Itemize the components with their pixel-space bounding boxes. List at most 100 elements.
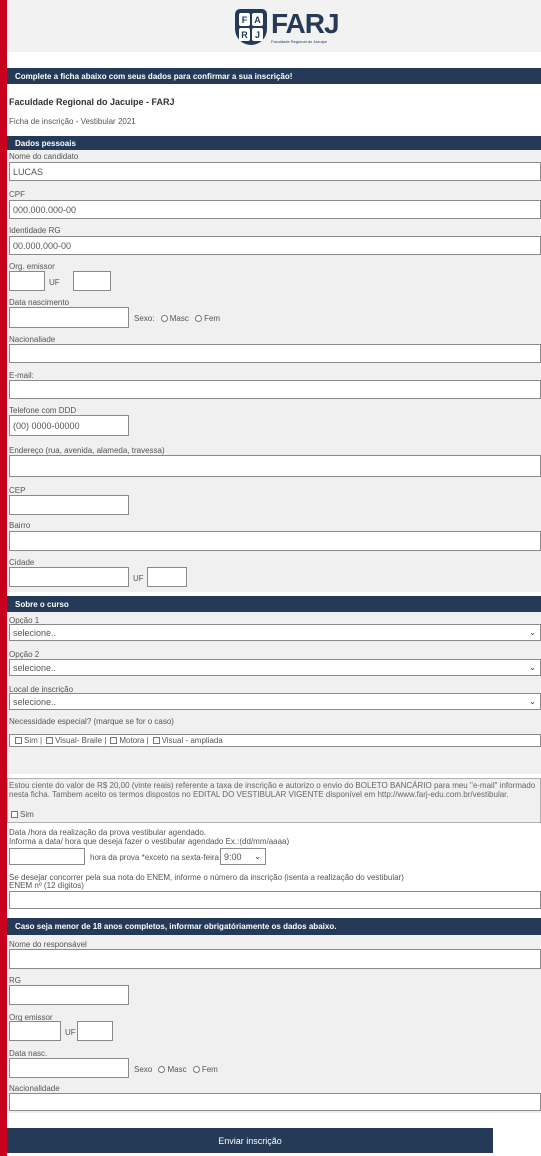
address-label: Endereço (rua, avenida, alameda, travess… <box>9 446 165 455</box>
chevron-down-icon: ⌄ <box>529 628 536 637</box>
exam-hour-value: 9:00 <box>224 851 242 862</box>
special-needs-label: Necessidade especial? (marque se for o c… <box>9 717 174 726</box>
special-braile-label: Visual- Braile | <box>55 736 107 745</box>
exam-date-label-1: Data /hora da realização da prova vestib… <box>9 828 207 837</box>
guardian-sex-male-radio[interactable] <box>158 1066 166 1073</box>
guardian-org-input[interactable] <box>9 1021 61 1041</box>
consent-box: Estou ciente do valor de R$ 20,00 (vinte… <box>7 778 541 823</box>
brand-name: FARJ <box>271 8 340 39</box>
consent-sim-label: Sim <box>20 810 34 819</box>
monogram-a: A <box>252 13 263 26</box>
rg-input[interactable]: 00.000.000-00 <box>9 236 541 255</box>
cep-label: CEP <box>9 486 26 495</box>
option1-value: selecione.. <box>13 627 57 638</box>
birth-date-input[interactable] <box>9 307 129 328</box>
cep-input[interactable] <box>9 495 129 515</box>
sex-female-label: Fem <box>204 314 221 323</box>
submit-button[interactable]: Enviar inscrição <box>7 1128 493 1153</box>
sex-male-radio[interactable] <box>160 315 168 322</box>
special-sim-checkbox[interactable] <box>15 737 22 744</box>
page-frame: F A R J FARJ Faculdade Regional do Jacui… <box>7 0 541 1156</box>
sex-female-radio[interactable] <box>195 315 203 322</box>
consent-checkbox[interactable] <box>11 811 18 818</box>
chevron-down-icon: ⌄ <box>254 852 261 861</box>
logo-header: F A R J FARJ Faculdade Regional do Jacui… <box>7 0 541 52</box>
monogram-r: R <box>239 28 250 41</box>
phone-input[interactable]: (00) 0000-00000 <box>9 415 129 436</box>
cpf-input[interactable]: 000.000.000-00 <box>9 200 541 219</box>
city-label: Cidade <box>9 558 35 567</box>
cpf-label: CPF <box>9 190 25 199</box>
nationality-label: Nacionaliade <box>9 335 56 344</box>
chevron-down-icon: ⌄ <box>529 697 536 706</box>
guardian-sex-male-label: Masc <box>167 1065 187 1074</box>
candidate-name-input[interactable]: LUCAS <box>9 162 541 181</box>
guardian-uf-input[interactable] <box>77 1021 113 1041</box>
sex-options: Sexo: Masc Fem <box>134 314 220 323</box>
special-sim-label: Sim | <box>24 736 43 745</box>
course-section-title: Sobre o curso <box>7 596 541 612</box>
email-label: E-mail: <box>9 371 34 380</box>
monogram-f: F <box>239 13 250 26</box>
city-uf-label: UF <box>133 574 144 583</box>
exam-hour-select[interactable]: 9:00 ⌄ <box>220 848 266 865</box>
sex-male-label: Masc <box>169 314 189 323</box>
special-braile-checkbox[interactable] <box>46 737 54 744</box>
personal-section-title: Dados pessoais <box>7 136 541 150</box>
farj-logo: F A R J FARJ Faculdade Regional do Jacui… <box>235 8 340 46</box>
phone-label: Telefone com DDD <box>9 406 77 415</box>
exam-date-input[interactable] <box>9 848 85 865</box>
city-input[interactable] <box>9 567 129 587</box>
brand-subtitle: Faculdade Regional do Jacuipe <box>271 39 328 44</box>
consent-text: Estou ciente do valor de R$ 20,00 (vinte… <box>9 781 536 799</box>
guardian-sex-options: Sexo Masc Fem <box>134 1065 218 1074</box>
location-value: selecione.. <box>13 696 57 707</box>
nationality-input[interactable] <box>9 344 541 363</box>
special-needs-group: Sim | Visual- Braile | Motora | Visual -… <box>9 734 541 747</box>
course-section <box>7 596 541 774</box>
guardian-section <box>7 918 541 1113</box>
monogram-j: J <box>252 28 263 41</box>
name-label: Nome do candidato <box>9 152 79 161</box>
guardian-nationality-input[interactable] <box>9 1093 541 1111</box>
special-motora-checkbox[interactable] <box>110 737 118 744</box>
special-motora-label: Motora | <box>119 736 149 745</box>
form-title: Ficha de inscrição - Vestibular 2021 <box>9 117 136 126</box>
guardian-rg-input[interactable] <box>9 985 129 1005</box>
exam-hour-label: hora da prova *exceto na sexta-feira <box>90 853 219 862</box>
guardian-uf-label: UF <box>65 1028 76 1037</box>
guardian-sex-label: Sexo <box>134 1065 153 1074</box>
guardian-birth-label: Data nasc. <box>9 1049 48 1058</box>
district-input[interactable] <box>9 531 541 551</box>
guardian-sex-female-label: Fem <box>201 1065 218 1074</box>
intro-bar: Complete a ficha abaixo com seus dados p… <box>7 68 541 84</box>
guardian-nationality-label: Nacionalidade <box>9 1084 60 1093</box>
option2-label: Opção 2 <box>9 650 40 659</box>
guardian-name-input[interactable] <box>9 949 541 969</box>
uf-input[interactable] <box>73 271 111 291</box>
special-ampliada-label: Visual - ampliada <box>161 736 223 745</box>
special-ampliada-checkbox[interactable] <box>152 737 160 744</box>
exam-date-label-2: Informa a data/ hora que deseja fazer o … <box>9 837 290 846</box>
city-uf-input[interactable] <box>147 567 187 587</box>
guardian-birth-input[interactable] <box>9 1058 129 1078</box>
sex-label: Sexo: <box>134 314 155 323</box>
guardian-rg-label: RG <box>9 976 21 985</box>
institution-name: Faculdade Regional do Jacuipe - FARJ <box>9 97 175 107</box>
chevron-down-icon: ⌄ <box>529 663 536 672</box>
guardian-sex-female-radio[interactable] <box>192 1066 200 1073</box>
rg-label: Identidade RG <box>9 226 61 235</box>
org-emissor-label: Org. emissor <box>9 262 55 271</box>
birth-date-label: Data nascimento <box>9 298 70 307</box>
option2-select[interactable]: selecione.. ⌄ <box>9 659 541 676</box>
enem-input[interactable] <box>9 891 541 909</box>
option1-select[interactable]: selecione.. ⌄ <box>9 624 541 641</box>
address-input[interactable] <box>9 455 541 477</box>
org-emissor-input[interactable] <box>9 271 45 291</box>
email-input[interactable] <box>9 380 541 399</box>
uf-label: UF <box>49 278 60 287</box>
consent-option: Sim <box>9 810 34 819</box>
district-label: Bairro <box>9 521 31 530</box>
enem-label-2: ENEM nº (12 dígitos) <box>9 881 84 890</box>
location-select[interactable]: selecione.. ⌄ <box>9 693 541 710</box>
